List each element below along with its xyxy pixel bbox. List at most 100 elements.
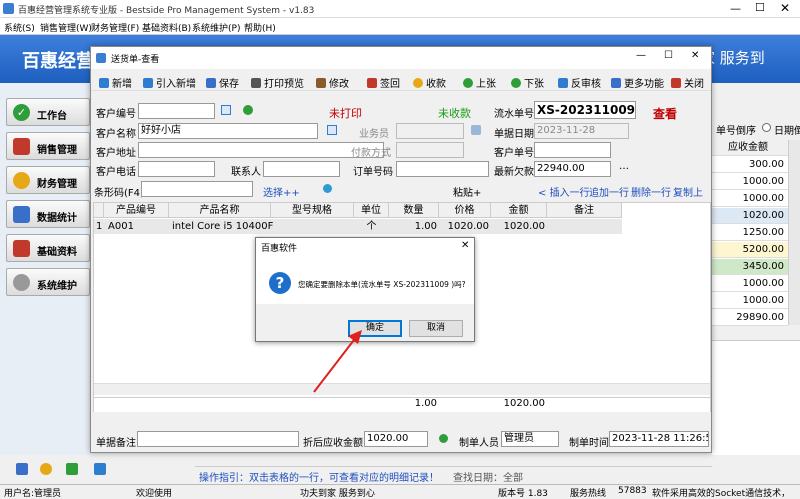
unapprove-button[interactable]: 反审核: [558, 75, 601, 91]
mode-badge: 查看: [653, 107, 678, 121]
list-item[interactable]: 1000.00: [712, 174, 788, 190]
table-cell-index: 1: [96, 219, 104, 234]
window-titlebar: 送货单-查看 — ☐ ✕: [91, 47, 711, 69]
customer-order-input[interactable]: [534, 142, 611, 158]
maximize-icon[interactable]: ☐: [755, 1, 765, 14]
new-button[interactable]: 新增: [99, 75, 132, 91]
list-item[interactable]: 1000.00: [712, 191, 788, 207]
window-maximize-icon[interactable]: ☐: [664, 50, 673, 61]
globe-icon[interactable]: [323, 184, 332, 193]
coin-icon: [413, 78, 423, 88]
more-functions-button[interactable]: 更多功能: [611, 75, 664, 91]
calendar-icon[interactable]: [66, 463, 78, 475]
more-icon[interactable]: …: [619, 161, 629, 172]
table-header: 产品编号: [104, 203, 169, 218]
list-item[interactable]: 29890.00: [712, 310, 788, 326]
list-item[interactable]: 1250.00: [712, 225, 788, 241]
menu-system[interactable]: 系统(S): [4, 21, 35, 34]
list-item[interactable]: 1000.00: [712, 293, 788, 309]
print-preview-button[interactable]: 打印预览: [251, 75, 304, 91]
sidebar-item-label: 销售管理: [37, 145, 77, 156]
menu-basic-data[interactable]: 基础资料(B): [142, 21, 191, 34]
payment-method-select[interactable]: [396, 142, 464, 158]
sort-by-date-radio[interactable]: [762, 123, 771, 132]
right-lower-panel: [712, 340, 800, 455]
window-title: 送货单-查看: [111, 55, 160, 65]
customer-no-input[interactable]: [138, 103, 215, 119]
close-button[interactable]: 关闭: [671, 75, 704, 91]
sidebar-item-basic-data[interactable]: 基础资料: [6, 234, 90, 262]
receive-payment-button[interactable]: 收款: [413, 75, 446, 91]
info-icon[interactable]: [40, 463, 52, 475]
dialog-close-icon[interactable]: ✕: [461, 240, 469, 251]
salesman-icon[interactable]: [471, 125, 481, 135]
window-minimize-icon[interactable]: —: [636, 50, 646, 61]
receivable-field: 1020.00: [364, 431, 428, 447]
sort-by-number[interactable]: 单号倒序: [716, 122, 756, 137]
note-input[interactable]: [137, 431, 299, 447]
list-item[interactable]: 1020.00: [712, 208, 788, 224]
sidebar-item-sales[interactable]: 销售管理: [6, 132, 90, 160]
folder-icon[interactable]: [94, 463, 106, 475]
order-no-input[interactable]: [396, 161, 489, 177]
serial-number-field[interactable]: XS-202311009: [534, 101, 636, 119]
edit-button[interactable]: 修改: [316, 75, 349, 91]
list-item[interactable]: 3450.00: [712, 259, 788, 275]
customer-address-input[interactable]: [138, 142, 384, 158]
right-sort-options: 单号倒序 日期倒序: [712, 120, 800, 137]
save-button[interactable]: 保存: [206, 75, 239, 91]
list-item[interactable]: 5200.00: [712, 242, 788, 258]
close-icon[interactable]: ✕: [780, 1, 790, 15]
contact-input[interactable]: [263, 161, 340, 177]
salesman-label: 业务员: [359, 129, 389, 140]
table-cell: 个: [354, 219, 389, 234]
window-close-icon[interactable]: ✕: [691, 50, 699, 61]
list-item[interactable]: 1000.00: [712, 276, 788, 292]
sidebar-item-maintenance[interactable]: 系统维护: [6, 268, 90, 296]
paste-link[interactable]: 粘贴+: [453, 184, 481, 199]
sidebar-item-finance[interactable]: 财务管理: [6, 166, 90, 194]
maker-field: 管理员: [501, 431, 559, 447]
total-amount: 1020.00: [503, 398, 545, 409]
horizontal-scrollbar[interactable]: [94, 383, 710, 395]
import-new-button[interactable]: 引入新增: [143, 75, 196, 91]
delete-row-link[interactable]: 删除一行: [631, 184, 671, 199]
next-button[interactable]: 下张: [511, 75, 544, 91]
home-icon[interactable]: [16, 463, 28, 475]
customer-name-field[interactable]: 好好小店: [138, 123, 318, 139]
table-header: 价格: [439, 203, 491, 218]
customer-search-icon[interactable]: [327, 125, 337, 135]
status-phone: 57883: [618, 486, 647, 496]
status-bar: 用户名:管理员 欢迎使用 功夫到家 服务到心 版本号 1.83 服务热线 578…: [0, 484, 800, 499]
insert-row-link[interactable]: < 插入一行: [538, 184, 590, 199]
search-icon[interactable]: [221, 105, 231, 115]
menu-help[interactable]: 帮助(H): [244, 21, 276, 34]
document-date-field[interactable]: 2023-11-28: [534, 123, 629, 139]
cancel-button[interactable]: 取消: [409, 320, 463, 337]
menu-sales[interactable]: 销售管理(W): [40, 21, 92, 34]
dialog-title: 百惠软件: [261, 244, 298, 254]
sidebar-item-statistics[interactable]: 数据统计: [6, 200, 90, 228]
sign-back-button[interactable]: 签回: [367, 75, 400, 91]
menu-finance[interactable]: 财务管理(F): [91, 21, 139, 34]
select-link[interactable]: 选择++: [263, 184, 300, 199]
previous-button[interactable]: 上张: [463, 75, 496, 91]
refresh-icon[interactable]: [243, 105, 253, 115]
search-date: 查找日期：全部: [453, 473, 523, 484]
append-row-link[interactable]: 追加一行: [589, 184, 629, 199]
customer-phone-input[interactable]: [138, 161, 215, 177]
status-welcome: 欢迎使用: [136, 489, 173, 499]
make-time-field: 2023-11-28 11:26:54: [609, 431, 709, 447]
sort-by-date[interactable]: 日期倒序: [774, 122, 800, 137]
menu-maintenance[interactable]: 系统维护(P): [192, 21, 240, 34]
minimize-icon[interactable]: —: [730, 2, 741, 15]
barcode-input[interactable]: [141, 181, 253, 197]
sidebar-item-workbench[interactable]: ✓ 工作台: [6, 98, 90, 126]
app-titlebar: 百惠经营管理系统专业版 - Bestside Pro Management Sy…: [0, 0, 800, 18]
table-header-index: [94, 203, 104, 218]
table-cell: A001: [108, 219, 168, 234]
scrollbar[interactable]: [788, 140, 800, 325]
sidebar-item-label: 系统维护: [37, 281, 77, 292]
salesman-select[interactable]: [396, 123, 464, 139]
list-item[interactable]: 300.00: [712, 157, 788, 173]
